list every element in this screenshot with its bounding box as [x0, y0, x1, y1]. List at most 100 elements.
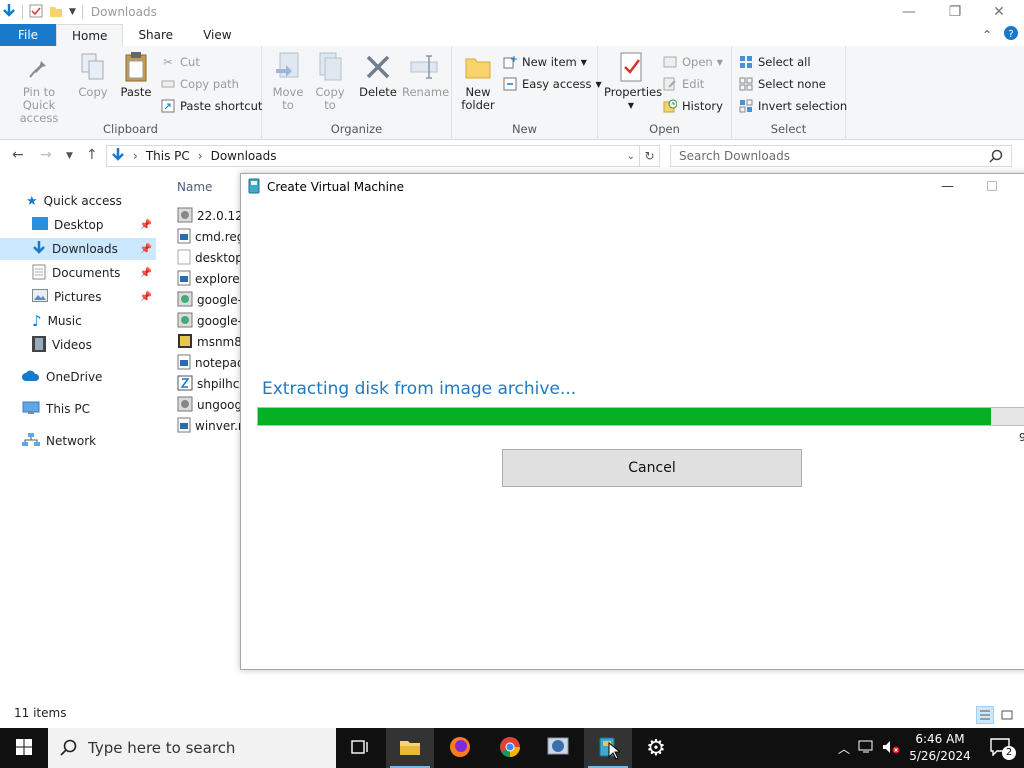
- copy-path-button[interactable]: Copy path: [160, 74, 239, 94]
- sidebar-item-pictures[interactable]: Pictures 📌: [0, 286, 156, 308]
- windows-logo-icon: [16, 738, 32, 758]
- clipboard-group: Pin to Quick access Copy Paste ✂ Cut Copy…: [0, 46, 262, 140]
- taskbar-file-explorer[interactable]: [386, 728, 434, 768]
- new-folder-button[interactable]: New folder: [460, 50, 496, 112]
- large-icons-view-icon[interactable]: [998, 706, 1016, 724]
- move-to-button[interactable]: Move to: [270, 50, 306, 112]
- details-view-icon[interactable]: [976, 706, 994, 724]
- virtual-machine-icon: [247, 178, 261, 197]
- progress-bar-fill: [258, 408, 992, 425]
- tab-file[interactable]: File: [0, 24, 56, 46]
- sidebar-item-videos[interactable]: Videos: [0, 334, 156, 356]
- taskbar-virtual-machine[interactable]: [584, 728, 632, 768]
- breadcrumb-separator-icon[interactable]: ›: [198, 149, 203, 163]
- open-button[interactable]: Open ▼: [662, 52, 723, 72]
- dialog-maximize-icon[interactable]: [987, 181, 997, 191]
- task-view-button[interactable]: [336, 728, 384, 768]
- sidebar-item-network[interactable]: Network: [0, 430, 156, 452]
- list-item[interactable]: desktop: [177, 248, 242, 268]
- select-all-button[interactable]: Select all: [738, 52, 811, 72]
- tab-home[interactable]: Home: [56, 24, 124, 46]
- list-item[interactable]: winver.r: [177, 416, 242, 436]
- taskbar-firefox[interactable]: [436, 728, 484, 768]
- installer-icon: [177, 396, 193, 415]
- breadcrumb-this-pc[interactable]: This PC: [146, 149, 190, 163]
- cancel-button[interactable]: Cancel: [502, 449, 802, 487]
- tab-view[interactable]: View: [188, 24, 246, 46]
- network-status-icon[interactable]: [858, 740, 874, 757]
- search-icon[interactable]: [989, 149, 1003, 166]
- notification-center-button[interactable]: 2: [976, 728, 1024, 768]
- list-item[interactable]: ungoog: [177, 395, 242, 415]
- pin-icon: 📌: [139, 291, 152, 303]
- rename-button[interactable]: Rename: [402, 50, 449, 99]
- paste-shortcut-button[interactable]: Paste shortcut: [160, 96, 262, 116]
- system-clock[interactable]: 6:46 AM 5/26/2024: [906, 731, 974, 765]
- breadcrumb-downloads[interactable]: Downloads: [211, 149, 277, 163]
- recent-locations-chevron-icon[interactable]: ▼: [66, 151, 73, 161]
- list-item[interactable]: cmd.reg: [177, 227, 242, 247]
- pin-to-quick-access-button[interactable]: Pin to Quick access: [6, 50, 72, 125]
- list-item[interactable]: google-: [177, 311, 242, 331]
- customize-toolbar-icon[interactable]: ▼: [69, 7, 76, 17]
- address-bar[interactable]: › This PC › Downloads ⌄: [106, 145, 640, 167]
- cut-button[interactable]: ✂ Cut: [160, 52, 200, 72]
- edit-button[interactable]: Edit: [662, 74, 704, 94]
- organize-group: Move to Copy to Delete Rename Organize: [262, 46, 452, 140]
- chevron-up-icon[interactable]: ︿: [838, 740, 850, 757]
- back-arrow-icon[interactable]: ←: [12, 147, 24, 163]
- network-icon: [22, 432, 40, 450]
- maximize-icon[interactable]: ❐: [932, 0, 978, 24]
- download-arrow-icon[interactable]: [2, 3, 16, 22]
- list-item[interactable]: msnm8: [177, 332, 242, 352]
- search-icon: [60, 739, 78, 761]
- taskbar-settings[interactable]: ⚙: [632, 728, 680, 768]
- sidebar-item-desktop[interactable]: Desktop 📌: [0, 214, 156, 236]
- delete-button[interactable]: Delete: [358, 50, 398, 99]
- list-item[interactable]: shpilhco: [177, 374, 242, 394]
- minimize-icon[interactable]: —: [886, 0, 932, 24]
- volume-muted-icon[interactable]: [882, 740, 900, 757]
- history-button[interactable]: History: [662, 96, 723, 116]
- paste-button[interactable]: Paste: [118, 50, 154, 99]
- start-button[interactable]: [0, 728, 48, 768]
- new-item-button[interactable]: New item ▼: [502, 52, 587, 72]
- copy-to-button[interactable]: Copy to: [312, 50, 348, 112]
- tab-share[interactable]: Share: [123, 24, 188, 46]
- address-dropdown-icon[interactable]: ⌄: [627, 151, 635, 162]
- sidebar-item-quick-access[interactable]: ★ Quick access: [0, 190, 156, 212]
- taskbar-chrome[interactable]: [486, 728, 534, 768]
- dialog-minimize-icon[interactable]: —: [941, 179, 954, 194]
- list-item[interactable]: 22.0.122: [177, 206, 242, 226]
- file-icon: [177, 249, 191, 268]
- taskbar-search-input[interactable]: Type here to search: [48, 728, 336, 768]
- copy-button[interactable]: Copy: [76, 50, 110, 99]
- sidebar-item-this-pc[interactable]: This PC: [0, 398, 156, 420]
- close-icon[interactable]: ✕: [976, 0, 1022, 24]
- column-header-name[interactable]: Name: [177, 180, 212, 194]
- list-item[interactable]: explorer: [177, 269, 242, 289]
- select-none-button[interactable]: Select none: [738, 74, 826, 94]
- new-folder-icon[interactable]: [49, 4, 63, 21]
- list-item[interactable]: google-: [177, 290, 242, 310]
- up-arrow-icon[interactable]: ↑: [86, 147, 98, 163]
- easy-access-button[interactable]: Easy access ▼: [502, 74, 602, 94]
- clock-date: 5/26/2024: [909, 749, 971, 763]
- chevron-up-icon[interactable]: ⌃: [982, 28, 992, 42]
- sidebar-item-documents[interactable]: Documents 📌: [0, 262, 156, 284]
- breadcrumb-separator-icon[interactable]: ›: [133, 149, 138, 163]
- invert-selection-button[interactable]: Invert selection: [738, 96, 847, 116]
- taskbar-network-app[interactable]: [534, 728, 582, 768]
- sidebar-item-onedrive[interactable]: OneDrive: [0, 366, 156, 388]
- properties-button[interactable]: Properties ▼: [604, 50, 662, 112]
- search-input[interactable]: Search Downloads: [670, 145, 1012, 167]
- ribbon: Pin to Quick access Copy Paste ✂ Cut Copy…: [0, 46, 1024, 140]
- list-item[interactable]: notepad: [177, 353, 242, 373]
- forward-arrow-icon[interactable]: →: [40, 147, 52, 163]
- refresh-icon[interactable]: ↻: [640, 145, 660, 167]
- copy-path-icon: [160, 76, 176, 92]
- help-icon[interactable]: ?: [1004, 26, 1018, 43]
- properties-check-icon[interactable]: [29, 4, 43, 21]
- sidebar-item-music[interactable]: ♪ Music: [0, 310, 156, 332]
- sidebar-item-downloads[interactable]: Downloads 📌: [0, 238, 156, 260]
